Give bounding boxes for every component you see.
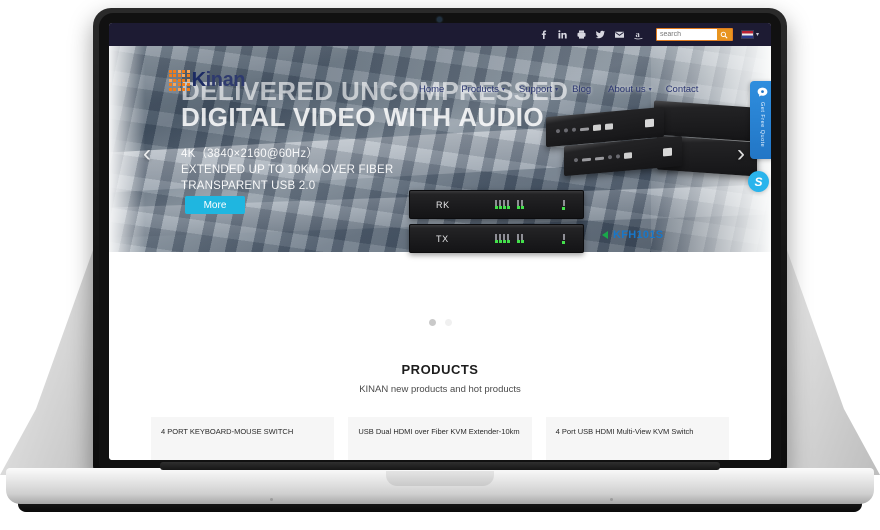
nav-label-support: Support (518, 84, 553, 95)
social-links: a (538, 29, 644, 40)
carousel-next-arrow[interactable]: › (737, 142, 745, 166)
products-title: PRODUCTS (401, 362, 479, 377)
carousel-dots (109, 319, 771, 326)
hero-carousel: DELIVERED UNCOMPRESSED DIGITAL VIDEO WIT… (109, 46, 771, 336)
nav-label-about-us: About us (608, 84, 646, 95)
chevron-down-icon: ▾ (755, 31, 759, 38)
product-card-1[interactable]: 4 PORT KEYBOARD-MOUSE SWITCH (151, 417, 335, 460)
hero-bullet-1: EXTENDED UP TO 10KM OVER FIBER (181, 164, 394, 176)
hero-bullet-0: 4K（3840×2160@60Hz） (181, 148, 319, 160)
hero-headline-line2: DIGITAL VIDEO WITH AUDIO (181, 102, 544, 132)
products-section: PRODUCTS KINAN new products and hot prod… (109, 336, 771, 460)
browser-screen: a ▾ (109, 23, 771, 460)
more-button[interactable]: More (185, 196, 245, 214)
device-panel-tx: TX (409, 224, 584, 253)
twitter-icon[interactable] (595, 29, 606, 40)
svg-text:a: a (635, 29, 640, 39)
nav-label-blog: Blog (572, 84, 592, 95)
amazon-icon[interactable]: a (633, 29, 644, 40)
nav-item-blog[interactable]: Blog (572, 84, 594, 95)
nav-item-contact[interactable]: Contact (666, 84, 702, 95)
linkedin-icon[interactable] (557, 29, 568, 40)
device-panel-rx-port (562, 199, 565, 210)
webcam-icon (437, 17, 442, 22)
nav-label-products: Products (461, 84, 499, 95)
nav-item-products[interactable]: Products ▾ (461, 84, 505, 95)
search-button[interactable] (716, 29, 732, 40)
hero-fade-left (109, 46, 145, 256)
hero-bullet-2: TRANSPARENT USB 2.0 (181, 180, 316, 192)
base-screw-left (270, 498, 273, 501)
device-panel-rx: RK (409, 190, 584, 219)
logo-dots-icon (169, 70, 190, 91)
products-subtitle: KINAN new products and hot products (359, 384, 521, 395)
nav-item-support[interactable]: Support ▾ (519, 84, 558, 95)
nav-label-contact: Contact (665, 84, 699, 95)
floating-skype-button[interactable]: S (748, 171, 769, 192)
product-card-3[interactable]: 4 Port USB HDMI Multi-View KVM Switch (545, 417, 729, 460)
utility-bar: a ▾ (109, 23, 771, 46)
facebook-icon[interactable] (538, 29, 549, 40)
email-icon[interactable] (614, 29, 625, 40)
chevron-down-icon: ▾ (555, 87, 559, 93)
language-selector[interactable]: ▾ (740, 30, 759, 39)
search-icon (721, 31, 729, 39)
nav-label-home: Home (419, 84, 445, 95)
nav-item-home[interactable]: Home (419, 84, 447, 95)
product-card-2[interactable]: USB Dual HDMI over Fiber KVM Extender-10… (348, 417, 532, 460)
flag-icon (740, 30, 754, 39)
carousel-dot-1[interactable] (428, 319, 436, 326)
device-panel-tx-label: TX (436, 233, 449, 244)
floating-chat-tab[interactable]: Get Free Quote (750, 81, 771, 159)
base-screw-right (610, 498, 613, 501)
chat-bubble-icon (757, 87, 767, 97)
chevron-down-icon: ▾ (501, 87, 505, 93)
site-logo[interactable]: Kinan (169, 70, 246, 91)
floating-chat-label: Get Free Quote (759, 102, 765, 148)
laptop-hinge (160, 462, 720, 470)
search-input[interactable] (656, 29, 717, 40)
device-jack-top (645, 118, 654, 128)
product-code-label: KFH101S (613, 229, 664, 241)
triangle-left-icon (602, 231, 608, 239)
device-panel-tx-leds (495, 234, 524, 243)
carousel-prev-arrow[interactable]: ‹ (143, 142, 151, 166)
logo-text-rest: inan (205, 69, 246, 92)
hero-bullets: 4K（3840×2160@60Hz） EXTENDED UP TO 10KM O… (181, 146, 393, 194)
trackpad-notch (386, 471, 494, 486)
chevron-down-icon: ▾ (648, 87, 652, 93)
device-jack-bottom (663, 147, 672, 157)
product-cards: 4 PORT KEYBOARD-MOUSE SWITCH USB Dual HD… (109, 417, 771, 460)
nav-item-about-us[interactable]: About us ▾ (608, 84, 652, 95)
product-card-2-name: USB Dual HDMI over Fiber KVM Extender-10… (358, 427, 520, 436)
printer-icon[interactable] (576, 29, 587, 40)
product-card-3-name: 4 Port USB HDMI Multi-View KVM Switch (555, 427, 694, 436)
product-code-caption: KFH101S (602, 229, 663, 241)
laptop-mockup: a ▾ (0, 0, 880, 530)
device-ports-bottom (574, 152, 632, 163)
device-ports-top (556, 123, 613, 134)
product-card-1-name: 4 PORT KEYBOARD-MOUSE SWITCH (161, 427, 294, 436)
logo-letter-k: K (191, 69, 206, 92)
device-panel-rx-label: RK (436, 199, 450, 210)
carousel-dot-2[interactable] (444, 319, 452, 326)
logo-text: Kinan (192, 70, 246, 90)
skype-icon: S (754, 174, 763, 189)
search-box[interactable] (655, 28, 733, 41)
device-panel-tx-port (562, 233, 565, 244)
device-panel-rx-leds (495, 200, 524, 209)
main-navigation: Home Products ▾ Support ▾ Blog About us (419, 84, 701, 95)
